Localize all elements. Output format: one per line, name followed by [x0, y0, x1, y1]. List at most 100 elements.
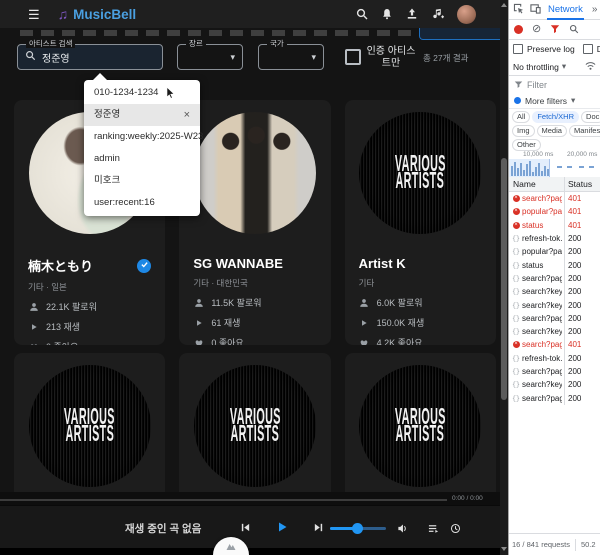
clear-icon[interactable]: ⊘	[532, 24, 541, 35]
suggestion-item[interactable]: admin	[84, 148, 200, 170]
artist-name-row: Artist K	[359, 256, 482, 271]
suggestion-item[interactable]: user:recent:16	[84, 192, 200, 214]
tab-network[interactable]: Network	[547, 4, 584, 15]
request-name: search?pag...	[522, 194, 562, 203]
queue-icon[interactable]	[428, 521, 439, 539]
throttling-row: No throttling ▾	[509, 58, 600, 76]
artist-meta: 기타	[359, 277, 482, 289]
preserve-log-checkbox[interactable]	[513, 44, 523, 54]
followers-stat: 6.0K 팔로워	[359, 296, 482, 309]
verified-only-checkbox[interactable]	[345, 49, 361, 65]
seek-bar[interactable]	[0, 499, 447, 501]
volume-slider-thumb[interactable]	[352, 523, 363, 534]
request-name: search?key...	[522, 287, 562, 296]
braces-icon: {}	[512, 395, 520, 402]
column-name[interactable]: Name	[513, 179, 536, 189]
scroll-down-icon[interactable]	[501, 547, 507, 551]
request-row[interactable]: {}search?pag...200	[509, 365, 600, 378]
scrollbar-thumb[interactable]	[501, 158, 507, 400]
scroll-up-icon[interactable]	[501, 3, 507, 7]
clipped-primary-button[interactable]	[419, 27, 500, 40]
notifications-bell-icon[interactable]	[381, 8, 393, 20]
device-toolbar-icon[interactable]	[530, 3, 541, 16]
inspect-element-icon[interactable]	[513, 3, 524, 16]
request-row[interactable]: {}search?pag...200	[509, 312, 600, 325]
upload-icon[interactable]	[406, 8, 418, 20]
chip-img[interactable]: Img	[512, 125, 535, 137]
request-row[interactable]: {}search?pag...200	[509, 391, 600, 404]
network-overview[interactable]: 10,000 ms 20,000 ms	[509, 150, 600, 178]
more-filters-row[interactable]: More filters ▾	[509, 93, 600, 109]
overview-dash	[567, 166, 572, 168]
search-icon[interactable]	[356, 8, 368, 20]
request-name: search?key...	[522, 380, 562, 389]
more-filters-label: More filters	[525, 96, 567, 106]
request-row[interactable]: {}search?key...200	[509, 285, 600, 298]
filter-input[interactable]: Filter	[527, 80, 547, 90]
braces-icon: {}	[512, 302, 520, 309]
suggestion-text: 미호크	[94, 170, 120, 192]
record-icon[interactable]	[514, 25, 523, 34]
column-status[interactable]: Status	[568, 179, 592, 189]
suggestion-item[interactable]: 정준영×	[84, 104, 200, 126]
menu-icon[interactable]: ☰	[28, 8, 40, 21]
search-input[interactable]: 정준영	[42, 50, 70, 65]
suggestion-item[interactable]: 010-1234-1234	[84, 82, 200, 104]
next-track-icon[interactable]	[313, 520, 324, 538]
user-avatar[interactable]	[457, 5, 476, 24]
artist-card[interactable]: VARIOUSARTISTS	[14, 353, 165, 492]
genre-select[interactable]: 장르 ▾	[177, 44, 243, 70]
volume-slider[interactable]	[330, 527, 386, 530]
mouse-cursor	[166, 87, 177, 105]
request-row[interactable]: ×popular?pa...401	[509, 205, 600, 218]
chip-manifest[interactable]: Manifest	[569, 125, 600, 137]
request-row[interactable]: ×search?pag...401	[509, 192, 600, 205]
artist-card[interactable]: VARIOUSARTISTSArtist K기타6.0K 팔로워150.0K 재…	[345, 100, 496, 345]
network-conditions-icon[interactable]	[585, 60, 596, 73]
network-search-icon[interactable]	[569, 24, 579, 36]
page-scrollbar[interactable]	[500, 0, 508, 555]
transferred-size: 50.2	[581, 540, 596, 549]
footer-divider	[575, 539, 576, 551]
country-select[interactable]: 국가 ▾	[258, 44, 324, 70]
artist-search-field[interactable]: 아티스트 검색 정준영	[17, 44, 163, 70]
previous-track-icon[interactable]	[240, 520, 251, 538]
request-status: 401	[568, 207, 581, 216]
search-input-icon	[25, 48, 36, 66]
requests-table-header[interactable]: Name Status	[509, 177, 600, 192]
request-row[interactable]: {}search?key...200	[509, 325, 600, 338]
results-count: 총 27개 결과	[423, 52, 468, 64]
request-row[interactable]: {}search?key...200	[509, 378, 600, 391]
more-tabs-icon[interactable]: »	[592, 4, 598, 15]
chip-doc[interactable]: Doc	[581, 111, 600, 123]
history-icon[interactable]	[450, 521, 461, 539]
chip-all[interactable]: All	[512, 111, 530, 123]
request-row[interactable]: {}status200	[509, 258, 600, 271]
throttling-select[interactable]: No throttling	[513, 62, 559, 72]
add-music-icon[interactable]	[431, 8, 444, 21]
playback-time: 0:00 / 0:00	[452, 495, 483, 502]
disable-cache-checkbox[interactable]	[583, 44, 593, 54]
suggestion-item[interactable]: ranking:weekly:2025-W23	[84, 126, 200, 148]
suggestion-item[interactable]: 미호크	[84, 170, 200, 192]
artist-card[interactable]: VARIOUSARTISTS	[345, 353, 496, 492]
play-icon[interactable]	[276, 520, 288, 538]
artist-card[interactable]: VARIOUSARTISTS	[179, 353, 330, 492]
overview-bar	[532, 172, 534, 176]
request-row[interactable]: {}refresh-tok...200	[509, 352, 600, 365]
chip-fetchxhr[interactable]: Fetch/XHR	[532, 111, 579, 123]
filter-icon	[514, 80, 523, 89]
chip-media[interactable]: Media	[537, 125, 567, 137]
request-row[interactable]: {}refresh-tok...200	[509, 232, 600, 245]
request-row[interactable]: {}search?pag...200	[509, 272, 600, 285]
request-row[interactable]: ×search?pag...401	[509, 338, 600, 351]
request-row[interactable]: {}search?key...200	[509, 298, 600, 311]
plays-stat: 150.0K 재생	[359, 316, 482, 329]
request-row[interactable]: {}popular?pa...200	[509, 245, 600, 258]
artist-name-row: SG WANNABE	[193, 256, 316, 271]
filter-funnel-icon[interactable]	[550, 24, 560, 36]
volume-speaker-icon[interactable]	[397, 521, 408, 539]
close-icon[interactable]: ×	[184, 104, 190, 126]
request-row[interactable]: ×status401	[509, 219, 600, 232]
devtools-status-bar: 16 / 841 requests 50.2	[509, 533, 600, 555]
